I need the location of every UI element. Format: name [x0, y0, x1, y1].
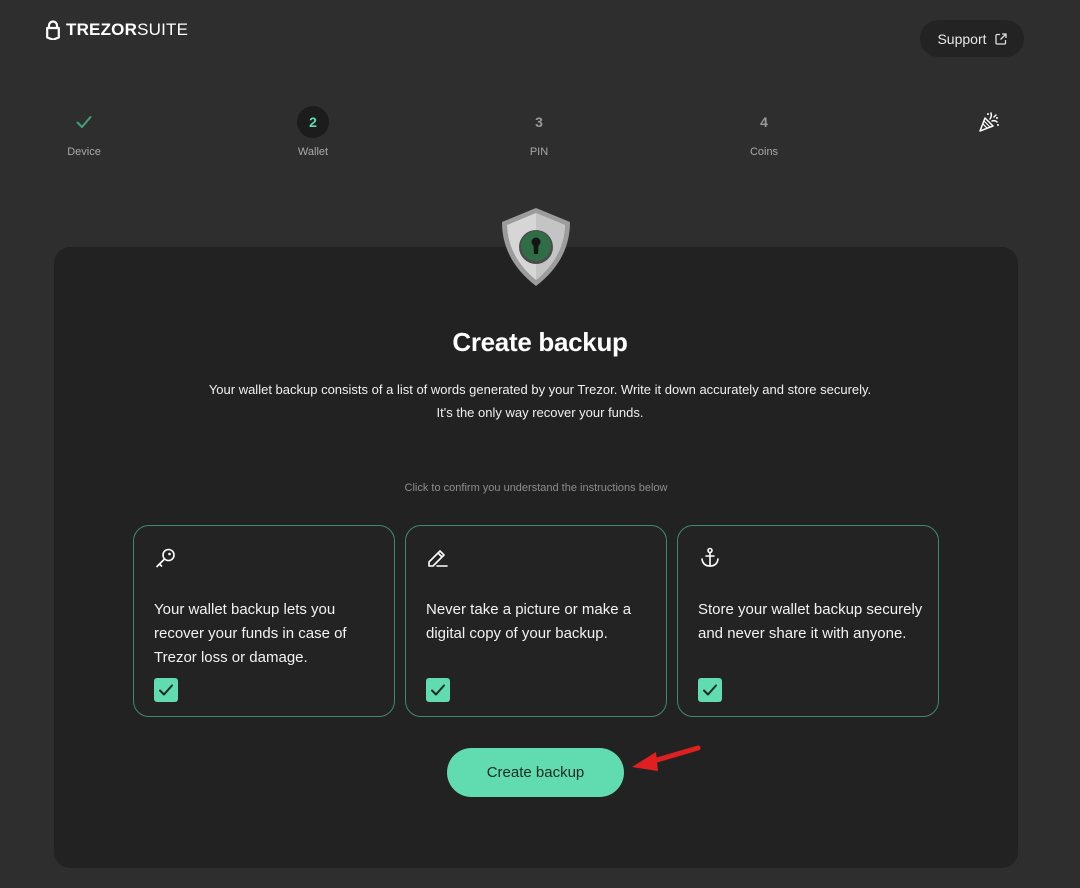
instruction-tile-recover[interactable]: Your wallet backup lets you recover your… — [133, 525, 395, 717]
tile-checkbox[interactable] — [154, 678, 178, 702]
logo-suffix: SUITE — [137, 20, 189, 39]
support-label: Support — [937, 30, 987, 47]
tile-checkbox[interactable] — [698, 678, 722, 702]
instruction-tile-store-securely[interactable]: Store your wallet backup securely and ne… — [677, 525, 939, 717]
key-icon — [156, 548, 175, 568]
padlock-logo-icon — [46, 20, 60, 40]
pencil-icon — [428, 550, 448, 567]
step-final-indicator — [973, 106, 1005, 138]
onboarding-page: TREZORSUITE Support Device 2 Wallet 3 PI… — [0, 0, 1080, 888]
external-link-icon — [994, 32, 1007, 45]
confirm-hint: Click to confirm you understand the inst… — [404, 482, 668, 494]
step-wallet-label: Wallet — [297, 146, 329, 158]
shield-keyhole-icon — [502, 208, 570, 286]
checkmark-icon — [703, 684, 717, 696]
checkmark-icon — [159, 684, 173, 696]
page-title: Create backup — [452, 327, 628, 357]
description-line-1: Your wallet backup consists of a list of… — [208, 382, 872, 397]
anchor-icon — [701, 547, 719, 567]
annotation-arrow-icon — [632, 745, 701, 771]
tile-text: Never take a picture or make a digital c… — [426, 601, 632, 642]
tile-text: Store your wallet backup securely and ne… — [698, 601, 923, 642]
step-pin-number: 3 — [535, 114, 543, 130]
checkmark-icon — [76, 116, 92, 128]
step-pin-label: PIN — [529, 146, 549, 158]
step-wallet: 2 Wallet — [273, 106, 353, 158]
step-final — [949, 106, 1029, 146]
step-device: Device — [44, 106, 124, 158]
description-line-2: It's the only way recover your funds. — [436, 405, 644, 420]
step-device-indicator — [68, 106, 100, 138]
support-button[interactable]: Support — [920, 20, 1024, 57]
step-coins: 4 Coins — [724, 106, 804, 158]
instruction-tile-no-digital-copy[interactable]: Never take a picture or make a digital c… — [405, 525, 667, 717]
step-coins-number: 4 — [760, 114, 768, 130]
tile-checkbox[interactable] — [426, 678, 450, 702]
create-backup-button[interactable]: Create backup — [447, 748, 624, 797]
step-device-label: Device — [67, 146, 101, 158]
checkmark-icon — [431, 684, 445, 696]
step-wallet-number: 2 — [297, 106, 329, 138]
party-popper-icon — [979, 112, 999, 132]
tile-text: Your wallet backup lets you recover your… — [154, 601, 347, 666]
step-pin: 3 PIN — [499, 106, 579, 158]
trezor-suite-logo: TREZORSUITE — [46, 20, 188, 40]
step-coins-label: Coins — [749, 146, 779, 158]
logo-brand: TREZOR — [66, 20, 138, 39]
